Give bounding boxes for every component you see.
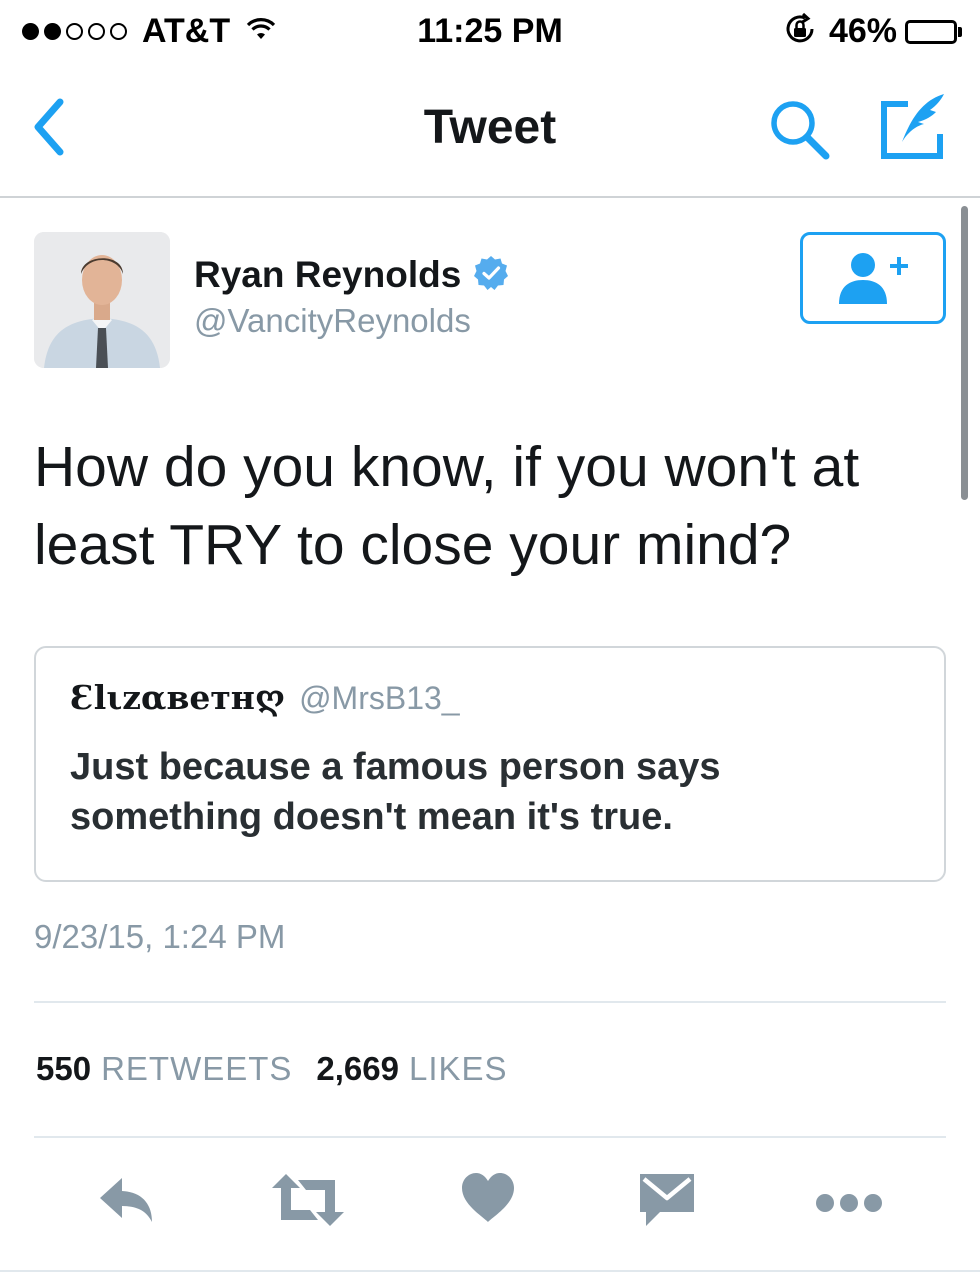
tweet-stats: 550 RETWEETS 2,669 LIKES: [36, 1050, 508, 1088]
battery-icon: [905, 19, 962, 44]
page-title: Tweet: [423, 101, 557, 154]
like-icon[interactable]: [460, 1170, 516, 1231]
author-name-row: Ryan Reynolds: [194, 254, 509, 296]
status-bar-right: 46%: [783, 12, 962, 51]
more-icon[interactable]: [814, 1170, 884, 1235]
direct-message-icon[interactable]: [638, 1170, 696, 1235]
status-bar: AT&T 11:25 PM 46%: [0, 0, 980, 64]
compose-icon[interactable]: [878, 90, 950, 169]
divider: [34, 1136, 946, 1138]
divider: [34, 1001, 946, 1003]
verified-badge-icon: [473, 255, 509, 296]
quoted-tweet-text: Just because a famous person says someth…: [70, 746, 721, 838]
quoted-author-name: Ɛlιzαвeтнღ: [70, 678, 286, 717]
nav-bar: Tweet: [0, 64, 980, 198]
scrollbar[interactable]: [961, 206, 968, 500]
search-icon[interactable]: [768, 98, 832, 167]
battery-percent: 46%: [828, 12, 897, 50]
tweet-text: How do you know, if you won't at least T…: [34, 435, 860, 577]
retweets-label: RETWEETS: [101, 1050, 293, 1087]
follow-user-icon: [839, 253, 908, 304]
retweets-stat[interactable]: 550 RETWEETS: [36, 1050, 292, 1088]
avatar[interactable]: [34, 232, 170, 368]
retweet-icon[interactable]: [270, 1170, 346, 1235]
author-handle[interactable]: @VancityReynolds: [194, 302, 471, 340]
quoted-tweet[interactable]: Ɛlιzαвeтнღ @MrsB13_ Just because a famou…: [34, 646, 946, 882]
quoted-author-handle: @MrsB13_: [299, 680, 460, 716]
rotation-lock-icon: [783, 12, 817, 51]
likes-stat[interactable]: 2,669 LIKES: [316, 1050, 507, 1088]
tweet-timestamp: 9/23/15, 1:24 PM: [34, 918, 286, 955]
reply-icon[interactable]: [96, 1170, 158, 1235]
quoted-tweet-header: Ɛlιzαвeтнღ @MrsB13_: [70, 678, 460, 717]
tweet-action-bar: [0, 1170, 980, 1240]
divider: [0, 1270, 980, 1272]
author-name[interactable]: Ryan Reynolds: [194, 254, 461, 296]
retweets-count: 550: [36, 1050, 92, 1087]
likes-count: 2,669: [316, 1050, 399, 1087]
follow-button[interactable]: [800, 232, 946, 324]
likes-label: LIKES: [409, 1050, 508, 1087]
